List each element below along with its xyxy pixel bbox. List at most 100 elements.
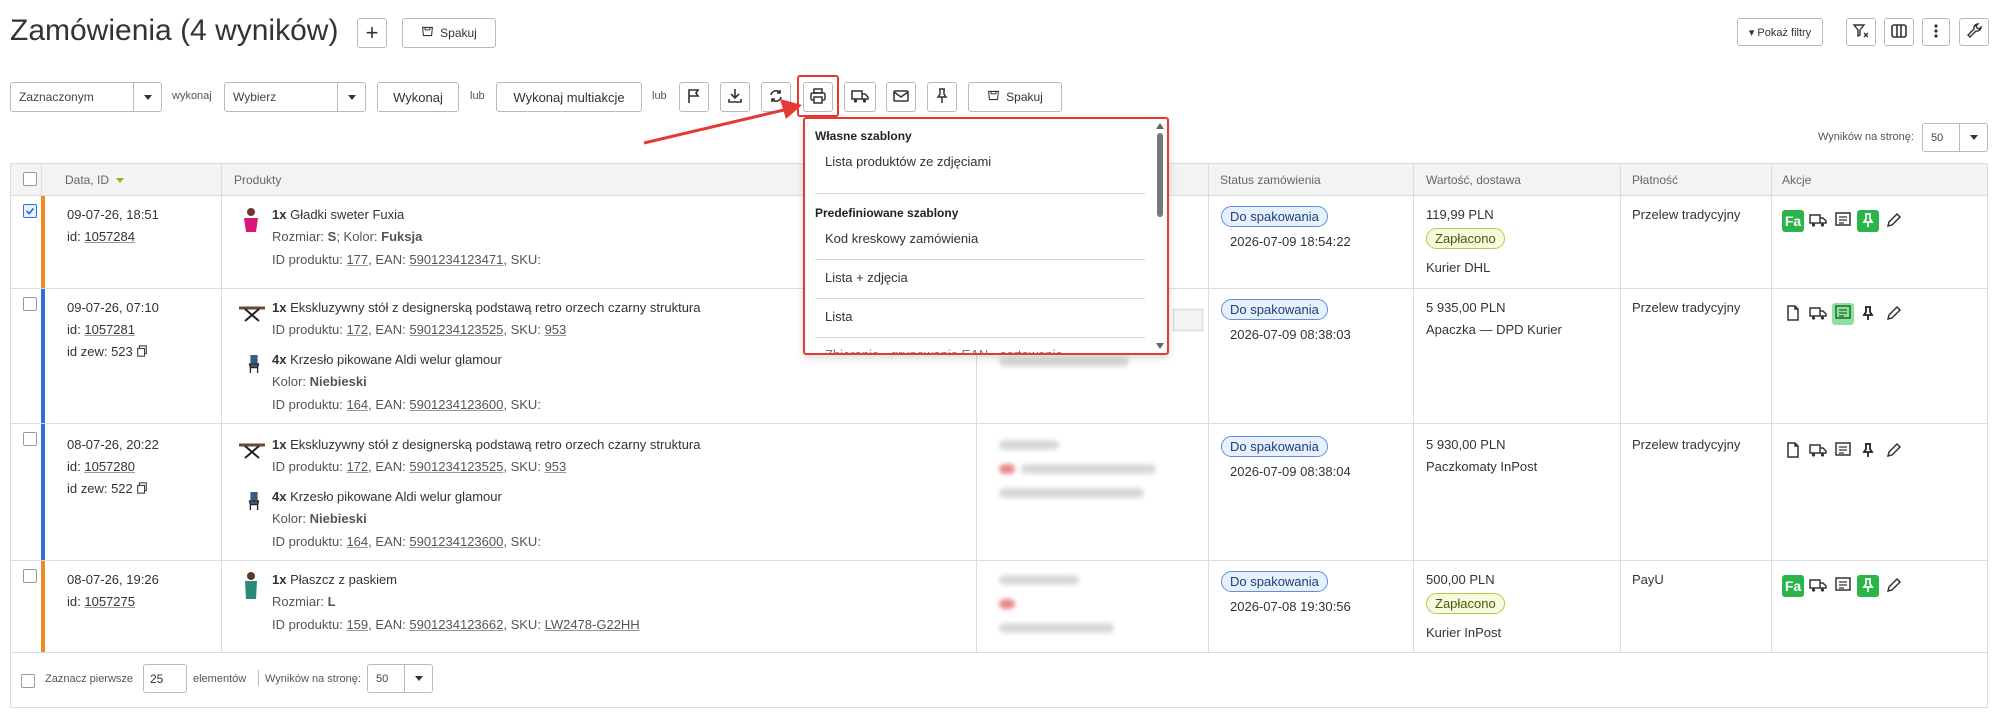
invoice-button[interactable]: Fa [1782,575,1804,597]
note-action[interactable] [1832,210,1854,232]
note-action[interactable] [1832,440,1854,462]
pencil-icon [1885,576,1903,597]
footer-per-page-select[interactable]: 50 [367,664,433,693]
dropdown-item-custom-template[interactable]: Lista produktów ze zdjęciami [825,154,991,169]
status-badge: Do spakowania [1221,299,1328,320]
status-badge: Do spakowania [1221,436,1328,457]
product-thumbnail [245,490,269,520]
shipping-button[interactable] [844,82,876,112]
annotation-arrow [643,99,802,145]
pack-button-header[interactable]: Spakuj [402,18,496,48]
product-thumbnail [245,353,269,383]
envelope-icon [892,87,910,108]
document-action[interactable] [1782,303,1804,325]
execute-label: Wykonaj [393,89,443,105]
redacted-customer [999,599,1015,609]
pin-icon [1859,576,1877,597]
product-thumbnail [237,303,265,333]
pin-button[interactable] [927,82,957,112]
order-id[interactable]: id: 1057284 [67,229,135,244]
note-action[interactable] [1832,303,1854,325]
row-checkbox[interactable] [23,204,37,218]
scope-select[interactable]: Zaznaczonym [10,82,162,112]
order-date: 08-07-26, 20:22 [67,437,159,452]
order-id[interactable]: id: 1057280 [67,459,135,474]
status-date: 2026-07-08 19:30:56 [1230,599,1351,614]
order-value: 500,00 PLN [1426,572,1495,587]
dropdown-scrollbar[interactable] [1155,121,1165,351]
action-select[interactable]: Wybierz [224,82,366,112]
copy-icon[interactable] [136,344,148,359]
select-first-label: Zaznacz pierwsze [45,673,134,685]
columns-button[interactable] [1884,18,1914,46]
redacted-customer [1021,464,1156,474]
add-order-button[interactable]: + [357,18,387,48]
pin-icon [933,87,951,108]
note-icon [1834,441,1852,462]
execute-button[interactable]: Wykonaj [377,82,459,112]
product-thumbnail [239,571,263,601]
note-action[interactable] [1832,575,1854,597]
order-value: 119,99 PLN [1426,207,1494,222]
shipping-action[interactable] [1807,210,1829,232]
table-row[interactable]: 08-07-26, 20:22 id: 1057280 id zew: 522 … [11,424,1987,560]
payment-method: PayU [1632,572,1664,587]
note-icon [1834,576,1852,597]
edit-action[interactable] [1883,575,1905,597]
order-id[interactable]: id: 1057275 [67,594,135,609]
col-date[interactable]: Data, ID [65,173,125,187]
document-action[interactable] [1782,440,1804,462]
status-date: 2026-07-09 18:54:22 [1230,234,1351,249]
invoice-button[interactable]: Fa [1782,210,1804,232]
select-first-checkbox[interactable] [21,674,35,688]
per-page-select[interactable]: 50 [1922,123,1988,152]
table-row[interactable]: 08-07-26, 19:26 id: 1057275 1x Płaszcz z… [11,561,1987,652]
more-options-button[interactable] [1922,18,1950,46]
edit-action[interactable] [1883,440,1905,462]
footer-divider [258,670,259,686]
box-icon [421,25,434,41]
dropdown-item-list-photos[interactable]: Lista + zdjęcia [825,270,908,285]
row-checkbox[interactable] [23,297,37,311]
tools-button[interactable] [1959,18,1989,46]
email-button[interactable] [886,82,916,112]
show-filters-button[interactable]: ▾ Pokaż filtry [1737,18,1823,46]
dropdown-item-picking[interactable]: Zbieranie - grupowanie EAN - sortowanie [825,347,1063,353]
truck-icon [1809,441,1827,462]
row-checkbox[interactable] [23,569,37,583]
per-page-label: Wyników na stronę: [1818,131,1914,143]
dropdown-item-barcode[interactable]: Kod kreskowy zamówienia [825,231,978,246]
pack-button-toolbar[interactable]: Spakuj [968,82,1062,112]
pin-action[interactable] [1857,440,1879,462]
copy-icon[interactable] [136,481,148,496]
shipping-action[interactable] [1807,440,1829,462]
row-checkbox[interactable] [23,432,37,446]
plus-icon: + [365,20,379,45]
edit-action[interactable] [1883,210,1905,232]
shipping-action[interactable] [1807,575,1829,597]
order-date: 09-07-26, 18:51 [67,207,159,222]
dropdown-item-list[interactable]: Lista [825,309,852,324]
delivery-method: Paczkomaty InPost [1426,459,1538,474]
print-templates-dropdown[interactable]: Własne szablony Lista produktów ze zdjęc… [803,117,1169,355]
redacted-customer [999,575,1079,585]
delivery-method: Kurier DHL [1426,260,1491,275]
order-value: 5 930,00 PLN [1426,437,1506,452]
footer-per-page-value: 50 [376,672,389,685]
select-all-checkbox[interactable] [23,172,37,186]
external-id: id zew: 522 [67,481,148,496]
multiaction-button[interactable]: Wykonaj multiakcje [496,82,642,112]
pin-action[interactable] [1857,575,1879,597]
document-icon [1784,441,1802,462]
pin-icon [1859,441,1877,462]
pin-action[interactable] [1857,303,1879,325]
shipping-action[interactable] [1807,303,1829,325]
edit-action[interactable] [1883,303,1905,325]
order-id[interactable]: id: 1057281 [67,322,135,337]
pin-action[interactable] [1857,210,1879,232]
filter-settings-button[interactable] [1846,18,1876,46]
redacted-customer [999,357,1129,367]
product-line: 4x Krzesło pikowane Aldi welur glamour [272,489,502,504]
redacted-customer [999,623,1114,633]
select-first-count-input[interactable]: 25 [143,664,187,693]
